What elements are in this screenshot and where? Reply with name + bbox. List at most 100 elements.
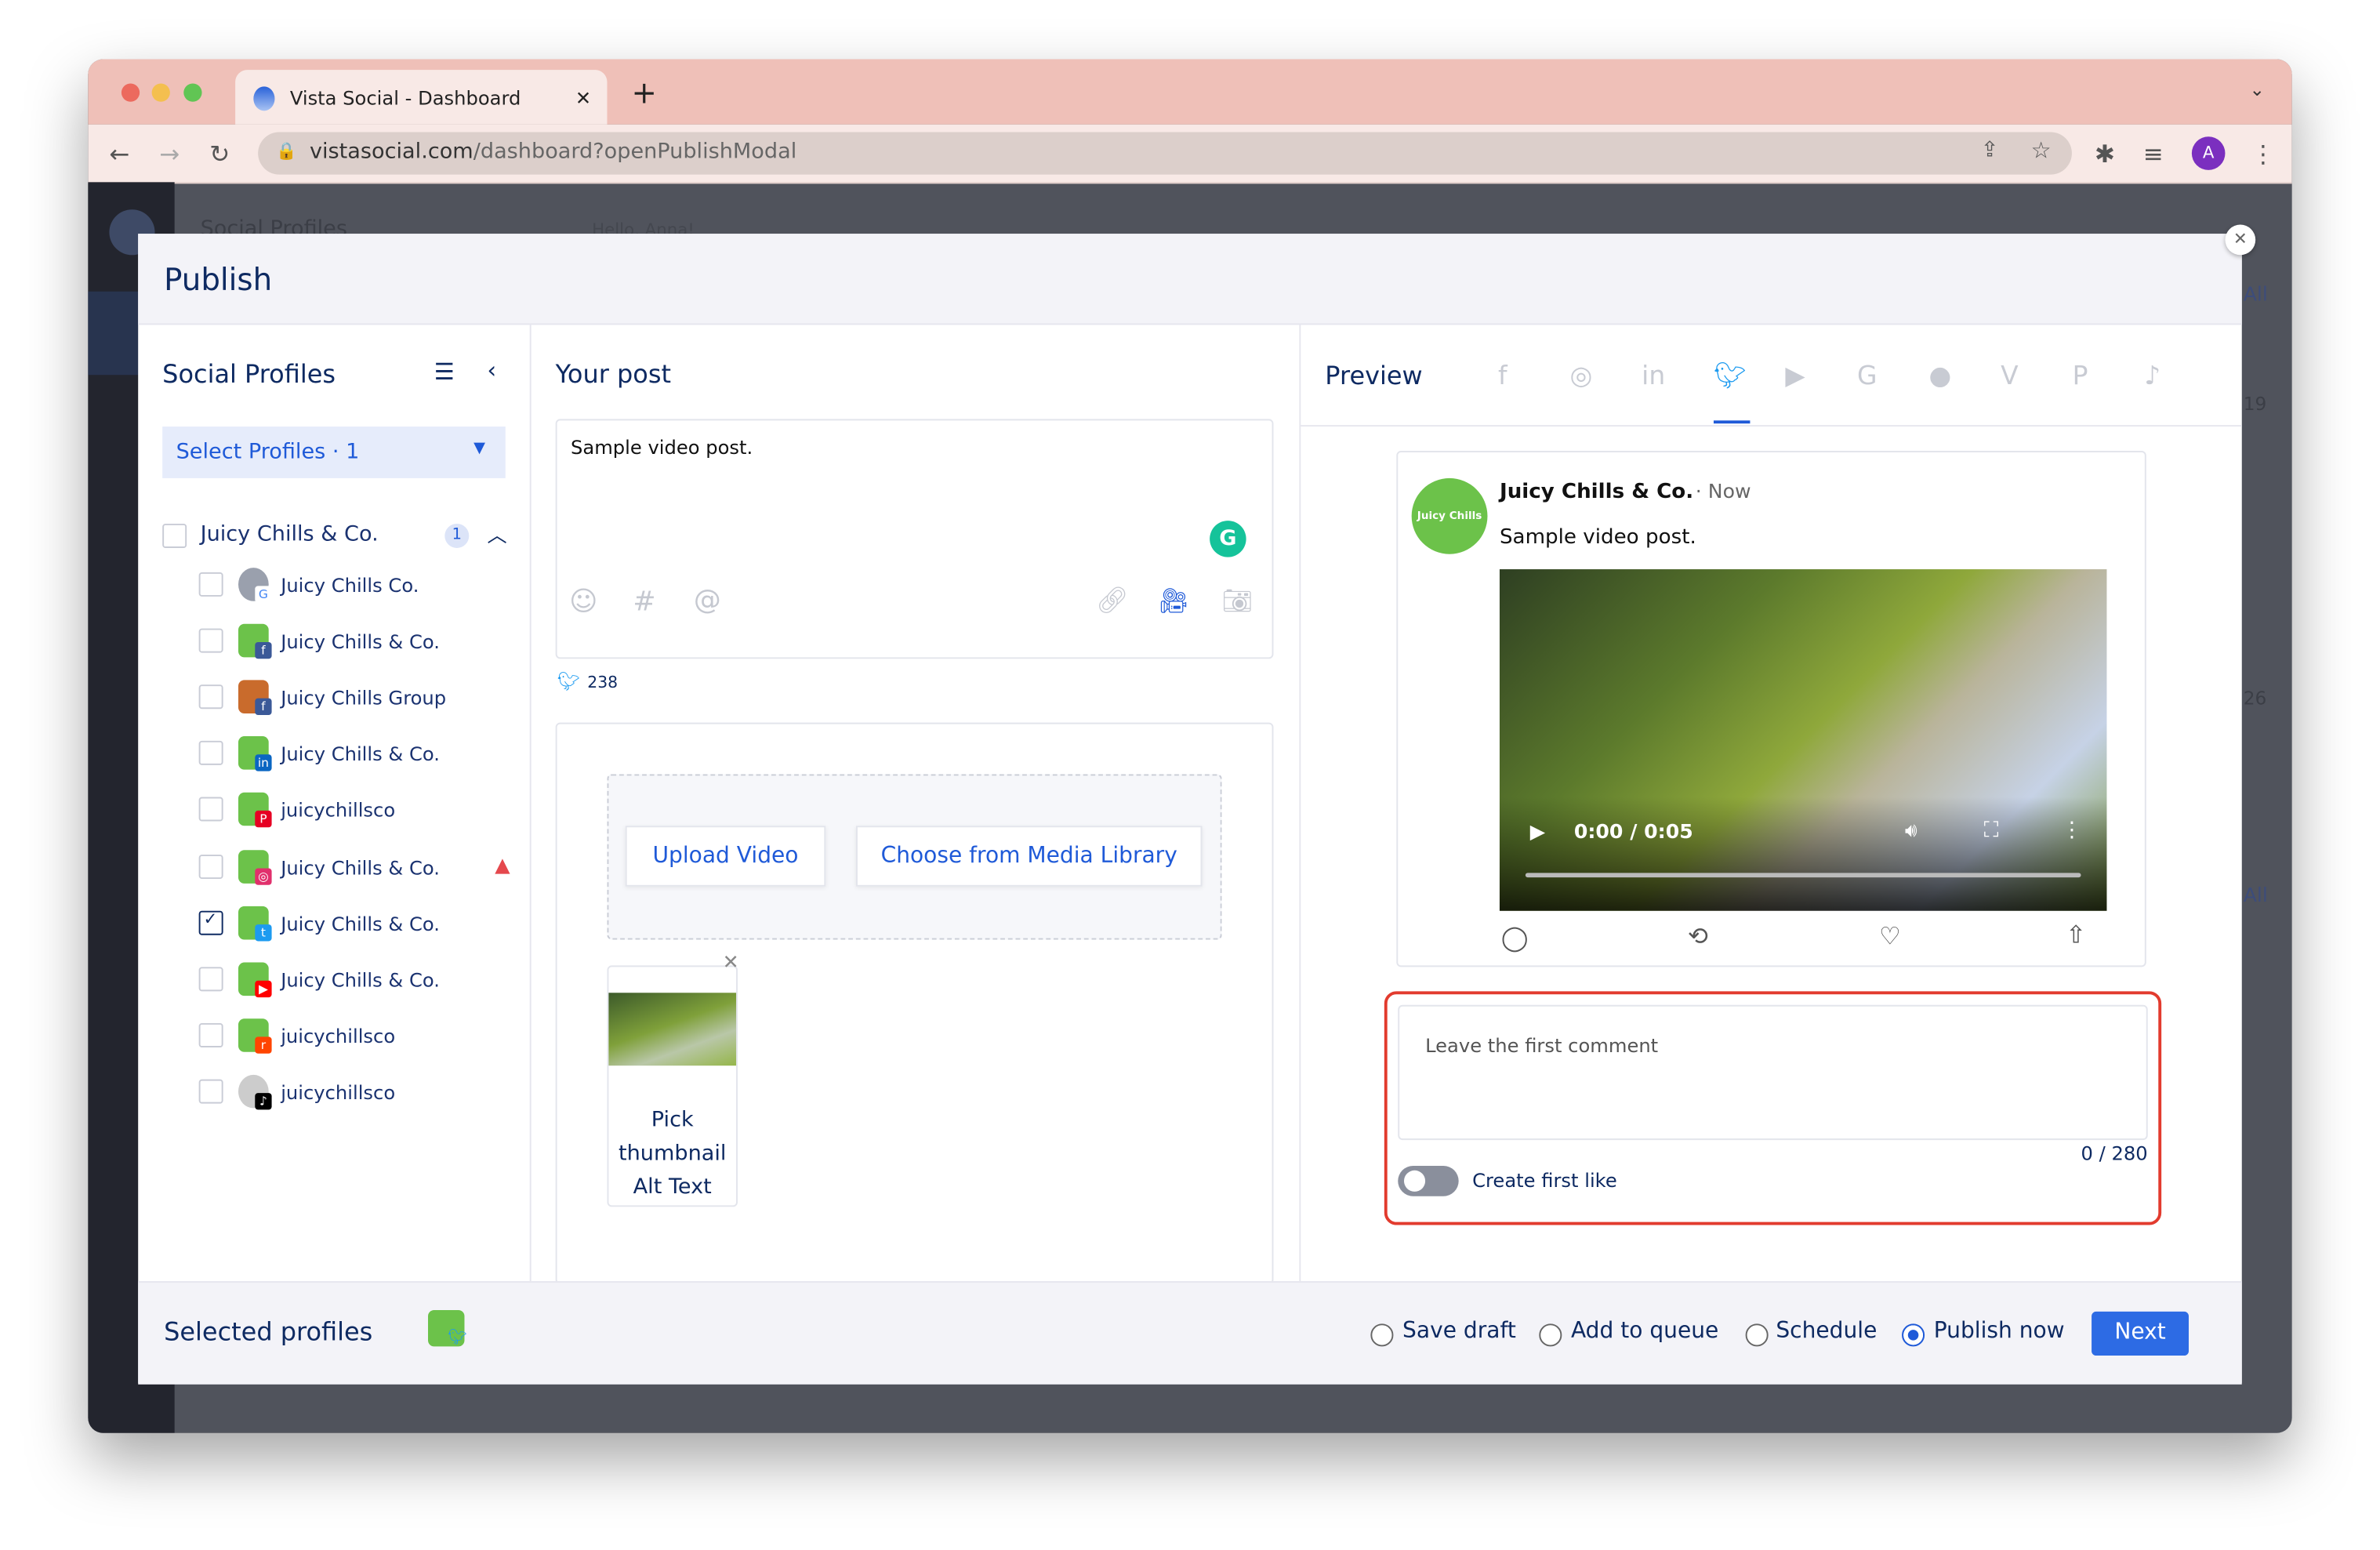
preview-tab-youtube-icon[interactable]: ▶ <box>1785 361 1805 392</box>
publish-now-label[interactable]: Publish now <box>1934 1319 2065 1344</box>
profile-avatar[interactable]: A <box>2191 136 2226 170</box>
minimize-window-button[interactable] <box>151 83 170 102</box>
forward-icon[interactable]: → <box>159 140 180 169</box>
first-comment-input[interactable]: Leave the first comment <box>1398 1004 2148 1141</box>
publish-now-radio[interactable] <box>1902 1323 1925 1347</box>
bookmark-star-icon[interactable]: ☆ <box>2031 136 2052 164</box>
remove-video-icon[interactable]: ✕ <box>723 952 739 975</box>
preview-tab-linkedin-icon[interactable]: in <box>1642 361 1665 392</box>
close-window-button[interactable] <box>121 83 140 102</box>
video-player[interactable]: ▶ 0:00 / 0:05 🔊︎ ⛶ ⋮ <box>1499 569 2107 911</box>
profile-checkbox[interactable] <box>198 1079 223 1104</box>
preview-tab-google-icon[interactable]: G <box>1857 361 1878 392</box>
comment-placeholder: Leave the first comment <box>1425 1033 1659 1057</box>
preview-tab-pinterest-icon[interactable]: P <box>2073 361 2088 392</box>
media-dropzone[interactable]: Upload Video Choose from Media Library <box>607 774 1222 940</box>
profile-checkbox[interactable] <box>198 572 223 597</box>
preview-tab-twitter-icon[interactable]: 🐦︎ <box>1714 361 1747 392</box>
profile-checkbox[interactable]: ✓ <box>198 909 223 935</box>
preview-tab-tiktok-icon[interactable]: ♪ <box>2144 361 2161 392</box>
profile-group[interactable]: Juicy Chills & Co. 1 ︿ <box>162 522 527 554</box>
schedule-radio[interactable] <box>1745 1323 1769 1347</box>
url-input[interactable]: 🔒 vistasocial.com/dashboard?openPublishM… <box>258 132 2072 175</box>
profile-checkbox[interactable] <box>198 741 223 766</box>
profile-item-tiktok[interactable]: ♪ juicychillsco <box>198 1074 518 1110</box>
schedule-label[interactable]: Schedule <box>1776 1319 1877 1344</box>
profile-item-twitter[interactable]: ✓ t Juicy Chills & Co. <box>198 906 518 941</box>
profile-item-linkedin[interactable]: in Juicy Chills & Co. <box>198 736 518 772</box>
tab-close-icon[interactable]: ✕ <box>575 86 591 109</box>
profile-checkbox[interactable] <box>198 966 223 991</box>
emoji-icon[interactable]: ☺ <box>569 586 597 618</box>
profile-item-instagram[interactable]: ◎ Juicy Chills & Co. ▲ <box>198 849 518 884</box>
profile-name: Juicy Chills & Co. <box>281 855 440 879</box>
extensions-icon[interactable]: ✱ <box>2095 140 2115 169</box>
mention-icon[interactable]: @ <box>694 584 721 616</box>
play-icon[interactable]: ▶ <box>1530 821 1545 844</box>
save-draft-radio[interactable] <box>1370 1323 1394 1347</box>
profile-checkbox[interactable] <box>198 628 223 653</box>
add-to-queue-label[interactable]: Add to queue <box>1571 1319 1718 1344</box>
add-to-queue-radio[interactable] <box>1539 1323 1562 1347</box>
profile-checkbox[interactable] <box>198 1022 223 1047</box>
collapse-chevron-left-icon[interactable]: ‹ <box>488 357 497 384</box>
preview-tab-vimeo-icon[interactable]: V <box>2001 361 2019 392</box>
back-icon[interactable]: ← <box>109 140 129 169</box>
profile-name: Juicy Chills & Co. <box>281 967 440 991</box>
browser-menu-icon[interactable]: ⋮ <box>2251 140 2275 169</box>
hashtag-icon[interactable]: # <box>633 586 655 618</box>
reload-icon[interactable]: ↻ <box>209 140 230 169</box>
maximize-window-button[interactable] <box>183 83 202 102</box>
active-tab-indicator <box>1713 420 1751 424</box>
google-badge-icon: G <box>255 586 272 603</box>
profile-checkbox[interactable] <box>198 684 223 710</box>
modal-title: Publish <box>164 261 273 298</box>
save-draft-label[interactable]: Save draft <box>1402 1319 1516 1344</box>
video-menu-icon[interactable]: ⋮ <box>2061 819 2082 843</box>
chevron-up-icon[interactable]: ︿ <box>488 519 507 548</box>
filter-icon[interactable]: ☰ <box>434 358 455 386</box>
choose-media-library-button[interactable]: Choose from Media Library <box>856 826 1203 887</box>
volume-icon[interactable]: 🔊︎ <box>1905 820 1917 843</box>
preview-tab-facebook-icon[interactable]: f <box>1498 361 1507 392</box>
selected-profile-avatar[interactable]: 🐦︎ <box>428 1309 467 1347</box>
url-path: /dashboard?openPublishModal <box>473 140 797 165</box>
profile-checkbox[interactable] <box>198 797 223 822</box>
create-first-like-toggle[interactable] <box>1398 1166 1459 1196</box>
profile-item-youtube[interactable]: ▶ Juicy Chills & Co. <box>198 961 518 997</box>
profile-item-facebook[interactable]: f Juicy Chills & Co. <box>198 623 518 659</box>
pick-thumbnail-alt-text-link[interactable]: Pick thumbnail Alt Text <box>608 1104 736 1204</box>
share-icon[interactable]: ⇪ <box>1981 138 1999 162</box>
tweet-time: · Now <box>1695 481 1751 504</box>
group-name: Juicy Chills & Co. <box>200 522 379 547</box>
toggle-knob <box>1403 1170 1426 1192</box>
video-progress-bar[interactable] <box>1525 873 2081 878</box>
modal-close-button[interactable]: ✕ <box>2225 224 2256 256</box>
profile-item-reddit[interactable]: r juicychillsco <box>198 1018 518 1054</box>
url-domain: vistasocial.com <box>309 140 473 165</box>
profile-item-google[interactable]: G Juicy Chills Co. <box>198 568 518 603</box>
publish-modal: Publish ✕ Social Profiles ☰ ‹ Select Pro… <box>138 224 2256 1385</box>
select-profiles-dropdown[interactable]: Select Profiles · 1 ▼ <box>162 427 506 478</box>
profile-item-facebook[interactable]: f Juicy Chills Group <box>198 680 518 716</box>
profile-item-pinterest[interactable]: P juicychillsco <box>198 793 518 828</box>
preview-tab-instagram-icon[interactable]: ◎ <box>1570 361 1593 392</box>
profile-checkbox[interactable] <box>198 854 223 879</box>
preview-tab-reddit-icon[interactable]: ● <box>1929 361 1952 392</box>
warning-icon: ▲ <box>495 854 510 877</box>
reading-list-icon[interactable]: ≡ <box>2143 140 2164 169</box>
tab-list-chevron-icon[interactable]: ⌄ <box>2249 79 2264 100</box>
fullscreen-icon[interactable]: ⛶ <box>1984 819 1999 843</box>
new-tab-button[interactable]: + <box>631 74 656 111</box>
linkedin-badge-icon: in <box>255 754 272 772</box>
grammarly-icon[interactable]: G <box>1210 521 1246 557</box>
next-button[interactable]: Next <box>2092 1311 2190 1356</box>
video-camera-icon[interactable]: 🎥︎ <box>1158 586 1188 615</box>
browser-tab[interactable]: Vista Social - Dashboard ✕ <box>235 70 608 125</box>
group-checkbox[interactable] <box>162 523 187 548</box>
camera-icon[interactable]: 📷︎ <box>1222 586 1253 615</box>
upload-video-button[interactable]: Upload Video <box>625 826 826 887</box>
post-text-editor[interactable]: Sample video post. G ☺ # @ 🔗︎ 🎥︎ 📷︎ <box>555 419 1274 659</box>
profile-name: Juicy Chills & Co. <box>281 742 440 766</box>
link-icon[interactable]: 🔗︎ <box>1096 586 1129 616</box>
